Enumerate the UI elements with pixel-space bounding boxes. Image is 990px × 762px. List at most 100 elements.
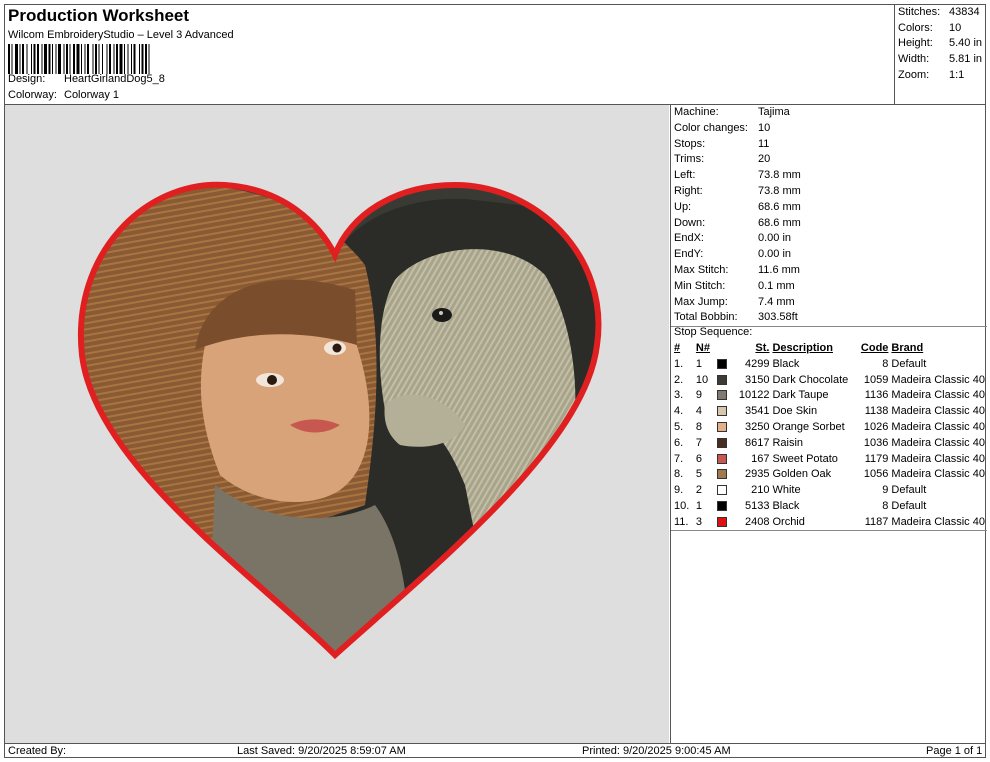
table-row: 5. 8 3250 Orange Sorbet 1026 Madeira Classic … — [671, 420, 985, 436]
row-stitches: 5133 — [744, 499, 770, 512]
row-code: 8 — [882, 357, 889, 370]
design-value: HeartGirlandDog5_8 — [64, 73, 165, 85]
info-value: 11 — [758, 137, 770, 150]
info-value: 73.8 mm — [758, 169, 801, 182]
printed-date: Printed: 9/20/2025 9:00:45 AM — [582, 745, 731, 757]
info-value: 303.58ft — [758, 311, 798, 324]
info-value: 68.6 mm — [758, 200, 801, 213]
thread-color-swatch — [717, 422, 728, 433]
row-stitches: 2935 — [744, 468, 770, 481]
table-row: 7. 6 167 Sweet Potato 1179 Madeira Classic 40 — [671, 452, 985, 468]
info-label: Right: — [674, 185, 703, 197]
row-stitches: 167 — [751, 452, 770, 465]
summary-label: Stitches: — [898, 6, 941, 18]
row-code: 1179 — [864, 452, 889, 465]
thread-color-swatch — [717, 437, 728, 448]
row-needle: 9 — [695, 389, 703, 402]
row-brand: Madeira Classic 40 — [891, 420, 985, 433]
summary-row: Height: 5.40 in — [898, 36, 986, 52]
design-label: Design: — [8, 73, 46, 85]
table-divider — [671, 530, 987, 531]
summary-panel: Stitches: 43834 Colors: 10 Height: 5.40 in … — [894, 4, 986, 104]
row-needle: 7 — [695, 436, 703, 449]
row-stitches: 8617 — [744, 436, 770, 449]
thread-color-swatch — [717, 358, 728, 369]
last-saved: Last Saved: 9/20/2025 8:59:07 AM — [237, 745, 406, 757]
row-brand: Madeira Classic 40 — [891, 452, 985, 465]
info-row: Machine: Tajima — [674, 105, 790, 121]
thread-color-swatch — [717, 453, 728, 464]
color-swatch — [713, 467, 736, 483]
table-row: 1. 1 4299 Black 8 Default — [671, 357, 985, 373]
color-swatch — [713, 515, 736, 531]
colorway-label: Colorway: — [8, 89, 57, 101]
summary-label: Height: — [898, 37, 933, 50]
info-label: Up: — [674, 200, 692, 213]
info-value: 10 — [758, 121, 771, 134]
thread-color-swatch — [717, 501, 728, 512]
info-row: EndY: 0.00 in — [674, 247, 791, 263]
row-needle: 1 — [695, 357, 703, 370]
info-row: Right: 73.8 mm — [674, 184, 801, 200]
info-row: EndX: 0.00 in — [674, 231, 791, 247]
info-row: Total Bobbin: 303.58ft — [674, 310, 798, 326]
row-code: 1138 — [864, 405, 889, 418]
row-description: Raisin — [772, 436, 804, 449]
info-label: Trims: — [674, 153, 705, 166]
info-label: Total Bobbin: — [674, 311, 738, 324]
summary-value: 10 — [949, 21, 962, 34]
table-row: 6. 7 8617 Raisin 1036 Madeira Classic 40 — [671, 436, 985, 452]
row-brand: Madeira Classic 40 — [891, 405, 985, 418]
design-preview — [5, 105, 669, 743]
thread-color-swatch — [717, 406, 728, 417]
row-num: 6. — [674, 436, 684, 449]
row-brand: Default — [891, 499, 927, 512]
summary-value: 1:1 — [949, 68, 965, 81]
row-needle: 2 — [695, 484, 703, 497]
page-number: Page 1 of 1 — [926, 745, 983, 757]
col-header-code: Code — [860, 342, 889, 354]
footer-divider — [4, 743, 986, 744]
row-brand: Madeira Classic 40 — [891, 515, 985, 528]
summary-label: Zoom: — [898, 68, 930, 81]
info-label: Min Stitch: — [674, 279, 726, 292]
row-stitches: 3150 — [744, 373, 770, 386]
info-value: 0.00 in — [758, 232, 792, 245]
table-row: 3. 9 10122 Dark Taupe 1136 Madeira Classic 40 — [671, 388, 985, 404]
software-name: Wilcom EmbroideryStudio – Level 3 Advanc… — [8, 29, 234, 41]
info-value: 11.6 mm — [758, 264, 800, 276]
info-row: Color changes: 10 — [674, 121, 770, 137]
table-header-row: # N# St. Description Code Brand — [671, 341, 985, 357]
worksheet-title: Production Worksheet — [8, 6, 190, 25]
row-needle: 6 — [695, 452, 703, 465]
row-code: 9 — [882, 484, 889, 497]
color-swatch — [713, 483, 736, 499]
row-description: Black — [772, 499, 800, 512]
design-row: Design: HeartGirlandDog5_8 — [8, 73, 165, 85]
info-row: Trims: 20 — [674, 152, 770, 168]
row-code: 1036 — [863, 436, 889, 449]
info-value: 73.8 mm — [758, 185, 801, 197]
col-header-brand: Brand — [891, 342, 924, 354]
row-needle: 8 — [695, 420, 703, 433]
row-num: 4. — [674, 405, 684, 418]
row-description: White — [772, 484, 801, 497]
row-brand: Madeira Classic 40 — [891, 373, 985, 386]
summary-label: Colors: — [898, 21, 933, 34]
row-num: 10. — [674, 499, 690, 512]
embroidery-design — [77, 181, 602, 660]
info-value: 0.1 mm — [758, 279, 795, 292]
stop-sequence-table: # N# St. Description Code Brand 1. 1 4299 B… — [671, 341, 987, 531]
thread-color-swatch — [717, 516, 728, 527]
row-code: 8 — [882, 499, 889, 512]
created-by: Created By: — [8, 745, 67, 757]
col-header-swatch — [713, 341, 736, 357]
color-swatch — [713, 357, 736, 373]
info-value: 20 — [758, 153, 771, 166]
table-row: 9. 2 210 White 9 Default — [671, 483, 985, 499]
row-needle: 1 — [695, 499, 703, 512]
row-description: Dark Taupe — [772, 389, 829, 402]
row-brand: Default — [891, 484, 927, 497]
table-row: 4. 4 3541 Doe Skin 1138 Madeira Classic 40 — [671, 404, 985, 420]
color-swatch — [713, 404, 736, 420]
